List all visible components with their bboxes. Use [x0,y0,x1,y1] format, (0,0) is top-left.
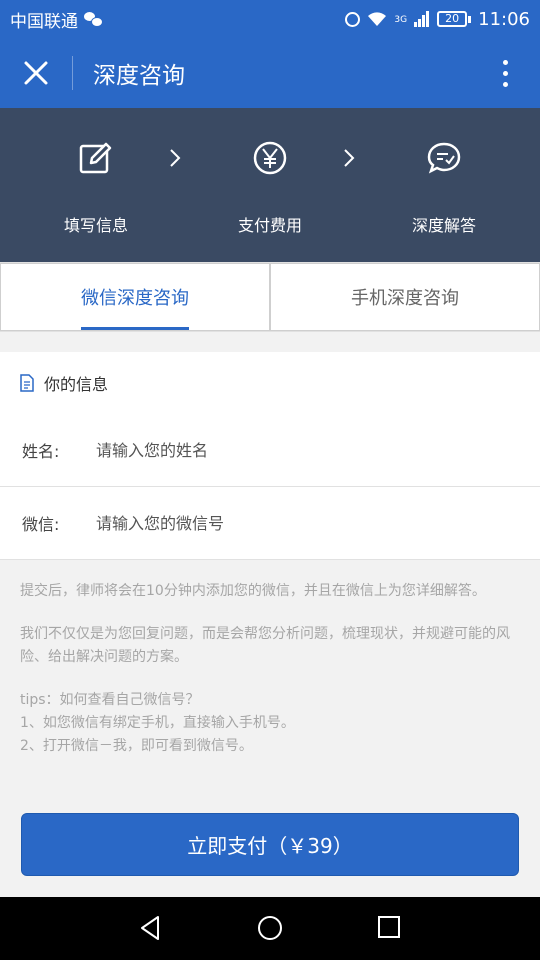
chevron-right-icon [344,149,355,167]
home-icon[interactable] [258,916,282,940]
step-label: 填写信息 [63,216,128,235]
tips-title: tips：如何查看自己微信号？ [20,692,200,708]
info-form: 你的信息 姓名: 微信: [0,352,540,560]
active-tab-indicator [81,327,189,330]
name-label: 姓名: [22,442,60,461]
document-icon [20,374,34,392]
tip-item: 2、打开微信－我，即可看到微信号。 [20,738,253,754]
chat-check-icon [427,142,461,174]
step-fill-info: 填写信息 [21,138,171,236]
progress-steps: 填写信息 支付费用 深度解答 [0,108,540,262]
name-row: 姓名: [0,414,540,487]
tip-item: 1、如您微信有绑定手机，直接输入手机号。 [20,715,295,731]
wechat-id-input[interactable] [96,513,476,533]
chevron-right-icon [170,149,181,167]
tips: tips：如何查看自己微信号？ 1、如您微信有绑定手机，直接输入手机号。 2、打… [20,689,520,758]
wechat-label: 微信: [22,515,60,534]
step-answer: 深度解答 [369,138,519,236]
pay-now-button[interactable]: 立即支付（￥39） [21,813,519,876]
name-input[interactable] [96,440,476,460]
page-title: 深度咨询 [93,63,185,89]
more-vertical-icon [502,59,508,87]
close-button[interactable] [0,38,72,108]
status-left: 中国联通 [10,7,103,32]
battery-level: 20 [437,11,468,27]
app-bar: 深度咨询 [0,38,540,108]
system-nav-bar [0,897,540,960]
step-label: 深度解答 [411,216,476,235]
section-title: 你的信息 [44,375,109,394]
tab-label: 微信深度咨询 [81,288,189,309]
note-paragraph: 提交后，律师将会在10分钟内添加您的微信，并且在微信上为您详细解答。 [20,583,486,599]
tab-wechat-consult[interactable]: 微信深度咨询 [0,263,270,331]
alarm-icon [345,11,361,27]
step-pay: 支付费用 [195,138,345,236]
help-notes: 提交后，律师将会在10分钟内添加您的微信，并且在微信上为您详细解答。 我们不仅仅… [20,580,520,758]
carrier-label: 中国联通 [10,11,78,32]
back-icon[interactable] [138,915,162,941]
more-menu-button[interactable] [470,38,540,108]
battery-icon: 20 [437,11,472,27]
wifi-icon [368,12,387,26]
network-type-label: 3G [394,14,408,25]
info-header: 你的信息 [0,352,540,414]
wechat-row: 微信: [0,487,540,560]
close-icon [24,61,48,85]
step-label: 支付费用 [237,216,302,235]
status-bar: 中国联通 3G 20 11:06 [0,0,540,38]
note-paragraph: 我们不仅仅是为您回复问题，而是会帮您分析问题，梳理现状，并规避可能的风险、给出解… [20,626,510,665]
edit-icon [79,142,112,174]
clock: 11:06 [478,8,530,30]
status-right: 3G 20 11:06 [345,9,530,30]
recent-apps-icon[interactable] [378,916,400,938]
signal-icon [414,11,430,27]
yen-coin-icon [253,141,287,175]
consult-tabs: 微信深度咨询 手机深度咨询 [0,262,540,332]
tab-phone-consult[interactable]: 手机深度咨询 [270,263,540,331]
wechat-notification-icon [84,12,103,27]
app-bar-divider [72,56,73,90]
tab-label: 手机深度咨询 [351,288,459,309]
